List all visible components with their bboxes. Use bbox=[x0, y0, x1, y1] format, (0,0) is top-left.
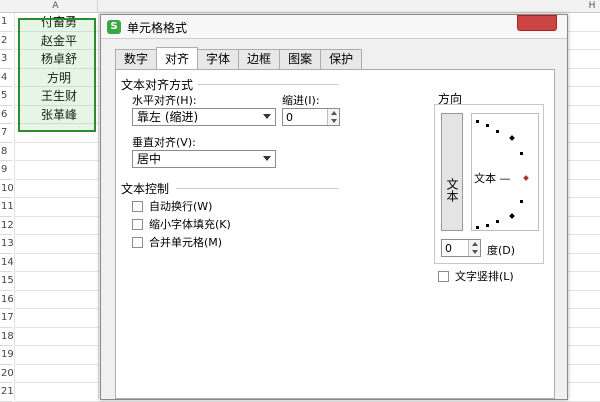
degree-label: 度(D) bbox=[487, 244, 516, 257]
cell-format-dialog: S 单元格格式 数字 对齐 字体 边框 图案 保护 文本对齐方式 水平对齐(H)… bbox=[100, 14, 568, 400]
row-header[interactable]: 14 bbox=[0, 254, 14, 272]
cell-a[interactable] bbox=[20, 198, 98, 217]
cell-a[interactable] bbox=[20, 365, 98, 384]
tab-font[interactable]: 字体 bbox=[197, 49, 240, 69]
cell-a[interactable] bbox=[20, 161, 98, 180]
vertical-text-label: 文字竖排(L) bbox=[455, 270, 514, 283]
cell-a[interactable] bbox=[20, 217, 98, 236]
spin-up-icon[interactable] bbox=[469, 240, 480, 248]
row-header[interactable]: 16 bbox=[0, 291, 14, 309]
alignment-panel: 文本对齐方式 水平对齐(H): 靠左 (缩进) 缩进(I): 垂直对齐(V): … bbox=[115, 69, 555, 399]
row-header[interactable]: 10 bbox=[0, 180, 14, 198]
row-header[interactable]: 8 bbox=[0, 143, 12, 161]
column-header-h[interactable]: H bbox=[584, 0, 600, 13]
text-control-section-title: 文本控制 bbox=[121, 182, 170, 196]
tab-alignment[interactable]: 对齐 bbox=[156, 47, 199, 69]
cell-a[interactable] bbox=[20, 254, 98, 273]
spin-up-icon[interactable] bbox=[328, 109, 339, 117]
cell-a[interactable] bbox=[20, 235, 98, 254]
row-header[interactable]: 21 bbox=[0, 383, 14, 402]
tab-border[interactable]: 边框 bbox=[238, 49, 281, 69]
direction-group: 文本 文本 — 0 度(D) bbox=[434, 104, 544, 264]
cell-a[interactable] bbox=[20, 143, 98, 162]
indent-stepper[interactable] bbox=[282, 108, 340, 126]
row-header[interactable]: 13 bbox=[0, 235, 14, 254]
section-divider bbox=[176, 188, 338, 189]
row-header[interactable]: 17 bbox=[0, 309, 14, 328]
wrap-text-label: 自动换行(W) bbox=[149, 200, 213, 213]
indent-label: 缩进(I): bbox=[282, 94, 320, 107]
orientation-dial[interactable]: 文本 — bbox=[471, 113, 539, 231]
row-headers: 1 2 3 4 5 6 7 8 9 10 11 12 13 14 15 16 17 18 19 20 21 bbox=[0, 13, 14, 402]
tab-protection[interactable]: 保护 bbox=[320, 49, 363, 69]
shrink-to-fit-option[interactable]: 缩小字体填充(K) bbox=[132, 216, 231, 232]
spin-down-icon[interactable] bbox=[469, 248, 480, 256]
merge-cells-label: 合并单元格(M) bbox=[149, 236, 223, 249]
indent-spin-buttons[interactable] bbox=[327, 109, 339, 125]
cell-a[interactable] bbox=[20, 291, 98, 310]
cell-a[interactable] bbox=[20, 272, 98, 291]
row-header[interactable]: 18 bbox=[0, 328, 14, 346]
app-logo-icon: S bbox=[107, 20, 121, 34]
column-header-row: A H bbox=[0, 0, 600, 13]
horizontal-align-value: 靠左 (缩进) bbox=[137, 110, 199, 124]
row-header[interactable]: 15 bbox=[0, 272, 14, 291]
text-align-section-title: 文本对齐方式 bbox=[121, 78, 194, 92]
tab-number[interactable]: 数字 bbox=[115, 49, 158, 69]
vertical-align-value: 居中 bbox=[137, 152, 162, 166]
spin-down-icon[interactable] bbox=[328, 117, 339, 125]
shrink-to-fit-label: 缩小字体填充(K) bbox=[149, 218, 231, 231]
cell-a[interactable] bbox=[20, 328, 98, 347]
close-button[interactable] bbox=[517, 15, 557, 31]
row-header[interactable]: 5 bbox=[0, 87, 12, 106]
wrap-text-checkbox[interactable] bbox=[132, 200, 143, 212]
row-header[interactable]: 1 bbox=[0, 13, 12, 32]
vertical-align-label: 垂直对齐(V): bbox=[132, 136, 196, 149]
vertical-align-select[interactable]: 居中 bbox=[132, 150, 276, 168]
merge-cells-checkbox[interactable] bbox=[132, 236, 143, 248]
row-header[interactable]: 2 bbox=[0, 32, 12, 50]
degree-stepper[interactable] bbox=[441, 239, 481, 257]
cell-a[interactable] bbox=[20, 309, 98, 328]
horizontal-align-label: 水平对齐(H): bbox=[132, 94, 197, 107]
dialog-titlebar[interactable]: S 单元格格式 bbox=[101, 15, 567, 39]
row-header[interactable]: 4 bbox=[0, 69, 12, 87]
cell-a[interactable] bbox=[20, 383, 98, 402]
selection-range[interactable] bbox=[18, 18, 96, 132]
merge-cells-option[interactable]: 合并单元格(M) bbox=[132, 234, 222, 250]
shrink-to-fit-checkbox[interactable] bbox=[132, 218, 143, 230]
tab-pattern[interactable]: 图案 bbox=[279, 49, 322, 69]
row-header[interactable]: 7 bbox=[0, 124, 12, 143]
chevron-down-icon bbox=[263, 114, 271, 119]
vertical-text-option[interactable]: 文字竖排(L) bbox=[438, 268, 514, 284]
row-header[interactable]: 9 bbox=[0, 161, 12, 180]
row-header[interactable]: 20 bbox=[0, 365, 14, 383]
column-header-a[interactable]: A bbox=[14, 0, 98, 13]
wrap-text-option[interactable]: 自动换行(W) bbox=[132, 198, 212, 214]
degree-spin-buttons[interactable] bbox=[468, 240, 480, 256]
row-header[interactable]: 6 bbox=[0, 106, 12, 124]
cell-a[interactable] bbox=[20, 180, 98, 199]
vertical-text-button[interactable]: 文本 bbox=[441, 113, 463, 231]
vertical-text-checkbox[interactable] bbox=[438, 270, 449, 282]
row-header[interactable]: 19 bbox=[0, 346, 14, 365]
chevron-down-icon bbox=[263, 156, 271, 161]
horizontal-align-select[interactable]: 靠左 (缩进) bbox=[132, 108, 276, 126]
tab-bar: 数字 对齐 字体 边框 图案 保护 bbox=[115, 47, 363, 69]
section-divider bbox=[198, 84, 338, 85]
row-header[interactable]: 11 bbox=[0, 198, 14, 217]
row-header[interactable]: 3 bbox=[0, 50, 12, 69]
cell-a[interactable] bbox=[20, 346, 98, 365]
row-header[interactable]: 12 bbox=[0, 217, 14, 235]
dial-text: 文本 — bbox=[474, 172, 511, 185]
dialog-title: 单元格格式 bbox=[127, 21, 188, 35]
